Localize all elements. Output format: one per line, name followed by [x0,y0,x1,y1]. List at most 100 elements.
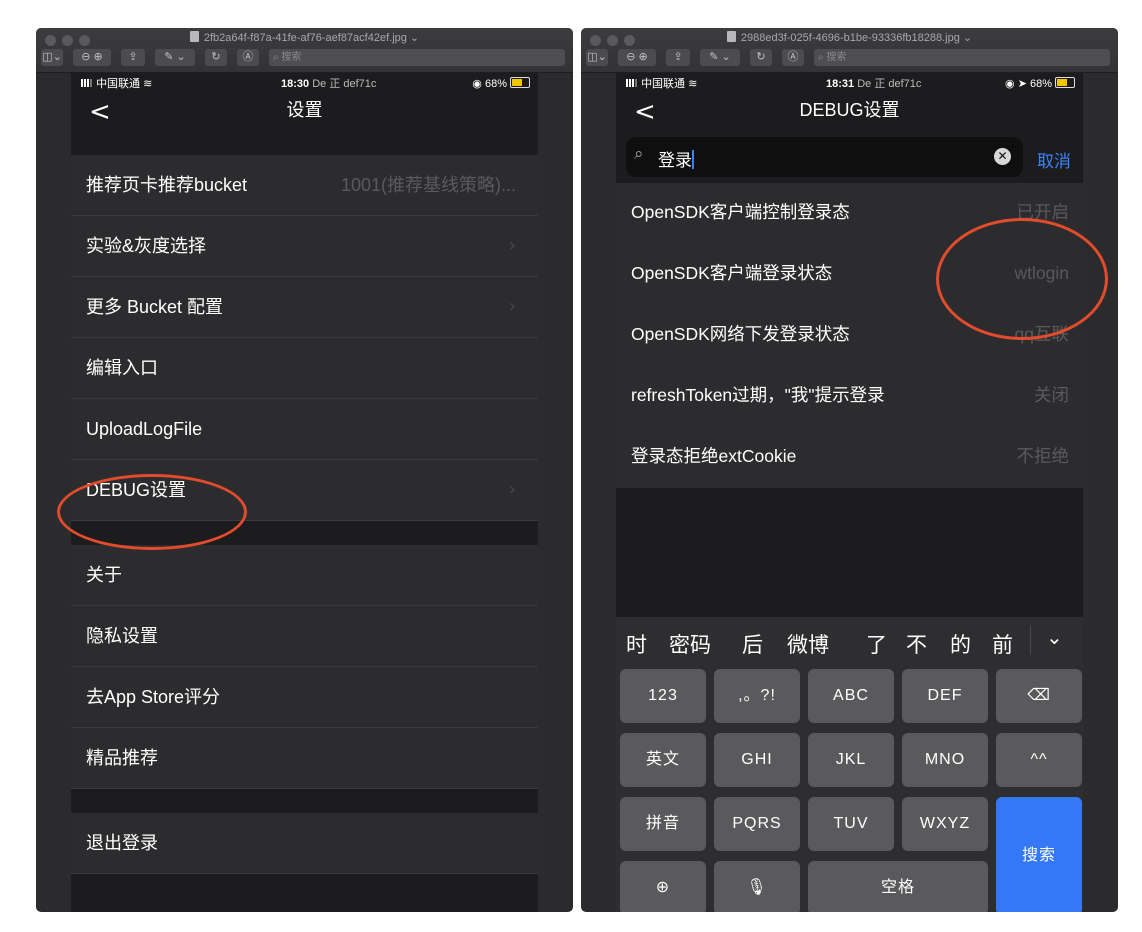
settings-list: 推荐页卡推荐bucket 1001(推荐基线策略)... 实验&灰度选择 › 更多 Bu… [71,155,538,874]
candidate[interactable]: 的 [950,629,971,659]
rotate-icon[interactable]: ↻ [205,49,227,66]
settings-row[interactable]: 编辑入口 [71,338,538,399]
search-field[interactable]: ⌕ 登录 ✕ [626,137,1023,177]
page-title: DEBUG设置 [799,100,900,120]
key-tuv[interactable]: TUV [808,797,894,851]
search-placeholder: 搜索 [281,52,302,63]
settings-row[interactable]: 退出登录 [71,813,538,874]
search-query-text: 登录 [658,151,692,170]
nav-bar: < DEBUG设置 [616,95,1083,131]
status-time: 18:31 De 正 def71c [826,73,921,95]
result-label: refreshToken过期，"我"提示登录 [631,385,885,405]
markup-icon[interactable]: ✎ ⌄ [155,49,195,66]
settings-row-label: 关于 [86,565,122,585]
result-row[interactable]: OpenSDK客户端控制登录态 已开启 [616,183,1083,244]
chevron-right-icon: › [508,479,516,500]
settings-row-label: 隐私设置 [86,626,158,646]
candidate[interactable]: 了 [866,629,887,659]
globe-icon[interactable]: ⊕ [620,861,706,912]
results-list: OpenSDK客户端控制登录态 已开启 OpenSDK客户端登录状态 wtlogin O… [616,183,1083,578]
key-abc[interactable]: ABC [808,669,894,723]
sidebar-toggle-icon[interactable]: ◫⌄ [586,49,608,66]
annotate-icon[interactable]: Ⓐ [782,49,804,66]
battery-status: ◉ ➤ 68% [1005,73,1075,95]
carrier: 中国联通 ≋ [626,73,697,95]
key-def[interactable]: DEF [902,669,988,723]
settings-row[interactable]: 实验&灰度选择 › [71,216,538,277]
candidate[interactable]: 后 [742,629,763,659]
search-icon: ⌕ [634,144,644,164]
zoom-buttons[interactable]: ⊖ ⊕ [73,49,111,66]
battery-icon [510,77,530,88]
key-pinyin[interactable]: 拼音 [620,797,706,851]
result-row[interactable]: OpenSDK网络下发登录状态 qq互联 [616,305,1083,366]
key-ghi[interactable]: GHI [714,733,800,787]
settings-row[interactable]: 更多 Bucket 配置 › [71,277,538,338]
settings-row[interactable]: DEBUG设置 › [71,460,538,521]
key-punctuation[interactable]: ,。?! [714,669,800,723]
microphone-icon[interactable]: 🎙 [714,861,800,912]
settings-row-label: 推荐页卡推荐bucket [86,175,248,195]
search-input[interactable]: ⌕ 搜索 [269,49,565,66]
status-extra: De 正 def71c [312,78,377,90]
rotate-icon[interactable]: ↻ [750,49,772,66]
search-input[interactable]: ⌕ 搜索 [814,49,1110,66]
share-icon[interactable]: ⇪ [121,49,145,66]
carrier: 中国联通 ≋ [81,73,152,95]
search-bar: ⌕ 登录 ✕ 取消 [616,131,1083,183]
document-icon [726,31,736,42]
search-key[interactable]: 搜索 [996,797,1082,912]
window-title: 2988ed3f-025f-4696-b1be-93336fb18288.jpg… [581,31,1118,44]
settings-row[interactable]: UploadLogFile [71,399,538,460]
candidate-divider [1030,625,1031,655]
key-jkl[interactable]: JKL [808,733,894,787]
orientation-lock-icon: ◉ [1005,78,1015,90]
keyboard: 时 密码 后 微博 了 不 的 前 ⌄ 123 ,。?! ABC DEF ⌫ 英… [616,617,1083,912]
toolbar: ◫⌄ ⊖ ⊕ ⇪ ✎ ⌄ ↻ Ⓐ ⌕ 搜索 [586,49,1110,66]
backspace-icon[interactable]: ⌫ [996,669,1082,723]
right-preview-window: 2988ed3f-025f-4696-b1be-93336fb18288.jpg… [581,28,1118,912]
result-row[interactable]: refreshToken过期，"我"提示登录 关闭 [616,366,1083,427]
status-bar: 中国联通 ≋ 18:31 De 正 def71c ◉ ➤ 68% [616,73,1083,95]
result-value: qq互联 [1014,324,1069,344]
annotate-icon[interactable]: Ⓐ [237,49,259,66]
settings-row[interactable]: 去App Store评分 [71,667,538,728]
candidate[interactable]: 密码 [669,629,711,659]
settings-row[interactable]: 精品推荐 [71,728,538,789]
sidebar-toggle-icon[interactable]: ◫⌄ [41,49,63,66]
key-pqrs[interactable]: PQRS [714,797,800,851]
clear-icon[interactable]: ✕ [994,148,1011,165]
orientation-lock-icon: ◉ [472,78,482,90]
carrier-text: 中国联通 [96,78,141,90]
key-wxyz[interactable]: WXYZ [902,797,988,851]
settings-row[interactable]: 推荐页卡推荐bucket 1001(推荐基线策略)... [71,155,538,216]
nav-bar: < 设置 [71,95,538,131]
candidate[interactable]: 不 [906,629,927,659]
battery-text: 68% [484,78,507,90]
chevron-down-icon[interactable]: ⌄ [1046,625,1063,649]
empty-area [616,488,1083,578]
key-mno[interactable]: MNO [902,733,988,787]
candidate[interactable]: 时 [626,629,647,659]
settings-row-label: 去App Store评分 [86,687,221,707]
markup-icon[interactable]: ✎ ⌄ [700,49,740,66]
result-row[interactable]: 登录态拒绝extCookie 不拒绝 [616,427,1083,488]
share-icon[interactable]: ⇪ [666,49,690,66]
settings-row[interactable]: 关于 [71,545,538,606]
zoom-buttons[interactable]: ⊖ ⊕ [618,49,656,66]
space-key[interactable]: 空格 [808,861,988,912]
text-caret [692,150,694,169]
key-123[interactable]: 123 [620,669,706,723]
result-value: 关闭 [1034,385,1069,405]
result-row[interactable]: OpenSDK客户端登录状态 wtlogin [616,244,1083,305]
settings-row[interactable]: 隐私设置 [71,606,538,667]
candidate[interactable]: 前 [992,629,1013,659]
group-separator [71,131,538,155]
candidate[interactable]: 微博 [787,629,829,659]
phone-screen: 中国联通 ≋ 18:30 De 正 def71c ◉ 68% < 设置 推荐页卡… [71,73,538,912]
cancel-button[interactable]: 取消 [1037,147,1071,172]
search-query[interactable]: 登录 [658,146,694,171]
key-english[interactable]: 英文 [620,733,706,787]
key-emoticon[interactable]: ^^ [996,733,1082,787]
group-separator [71,521,538,545]
